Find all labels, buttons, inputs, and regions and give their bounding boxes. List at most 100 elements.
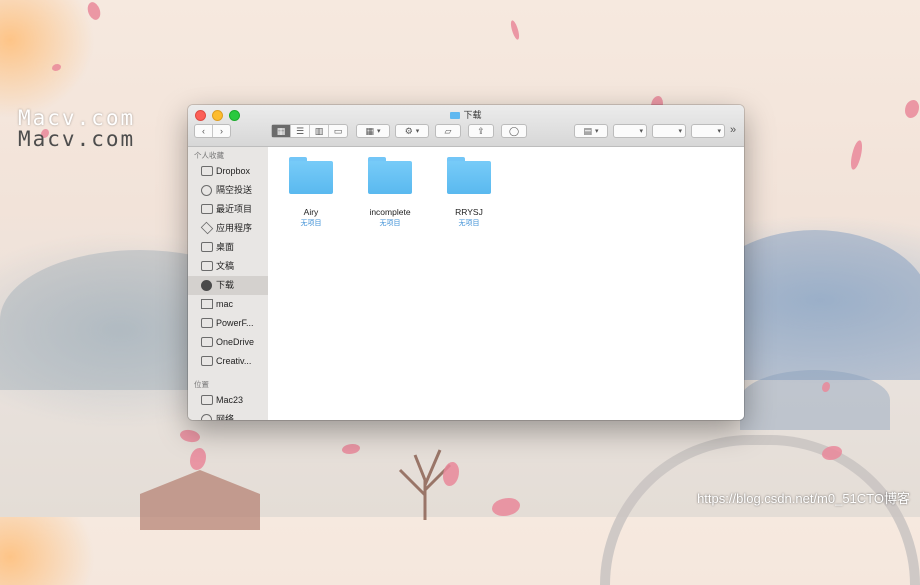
petal xyxy=(905,100,919,118)
action-button[interactable]: ⚙ ▾ xyxy=(395,124,429,138)
airdrop-icon xyxy=(201,185,212,196)
sidebar-item-label: 最近项目 xyxy=(216,204,253,214)
petal xyxy=(492,498,520,516)
sidebar-item-network[interactable]: 网络 xyxy=(188,410,268,420)
sidebar-item-label: Dropbox xyxy=(216,166,251,176)
folder-icon xyxy=(201,337,213,347)
bridge-illustration xyxy=(600,435,920,585)
network-icon xyxy=(201,414,212,420)
column-view-button[interactable]: ▥ xyxy=(310,125,329,137)
chevron-down-icon: ▾ xyxy=(595,128,599,135)
chevron-down-icon: ▾ xyxy=(639,128,643,135)
gallery-icon: ▭ xyxy=(333,125,343,136)
list-icon: ☰ xyxy=(295,125,305,136)
group-button[interactable]: ▦ ▾ xyxy=(356,124,390,138)
folder-item-airy[interactable]: Airy 无项目 xyxy=(271,157,351,228)
sidebar-item-label: Creativ... xyxy=(216,356,252,366)
computer-icon xyxy=(201,395,213,405)
footer-watermark: https://blog.csdn.net/m0_51CTO博客 xyxy=(697,491,910,506)
petal xyxy=(342,444,360,454)
toolbar-dropdown-3[interactable]: ▾ xyxy=(691,124,725,138)
sidebar: 个人收藏 Dropbox 隔空投送 最近项目 应用程序 桌面 文稿 下载 mac… xyxy=(188,147,268,420)
sidebar-item-documents[interactable]: 文稿 xyxy=(188,257,268,276)
applications-icon xyxy=(200,221,214,235)
double-chevron-icon: » xyxy=(730,124,737,136)
folder-item-count: 无项目 xyxy=(300,220,322,227)
nav-buttons: ‹ › xyxy=(194,124,231,138)
sidebar-item-airdrop[interactable]: 隔空投送 xyxy=(188,181,268,200)
downloads-icon xyxy=(201,280,212,291)
folder-icon xyxy=(368,157,412,194)
folder-name: Airy xyxy=(303,207,319,217)
folder-item-incomplete[interactable]: incomplete 无项目 xyxy=(350,157,430,228)
sidebar-item-creative[interactable]: Creativ... xyxy=(188,352,268,371)
forward-button[interactable]: › xyxy=(213,125,230,137)
list-view-button[interactable]: ☰ xyxy=(291,125,310,137)
sidebar-item-onedrive[interactable]: OneDrive xyxy=(188,333,268,352)
desktop-icon xyxy=(201,242,213,252)
tag-icon: ◯ xyxy=(508,125,520,136)
sidebar-section-favorites: 个人收藏 xyxy=(194,151,224,160)
sidebar-item-label: Mac23 xyxy=(216,395,244,405)
petal xyxy=(190,448,206,470)
sidebar-item-recents[interactable]: 最近项目 xyxy=(188,200,268,219)
recents-icon xyxy=(201,204,213,214)
icon-view-button[interactable]: ▦ xyxy=(272,125,291,137)
file-browser: Airy 无项目 incomplete 无项目 RRYSJ 无项目 xyxy=(269,147,744,420)
share-icon: ⇪ xyxy=(477,125,485,136)
calculator-icon: ▤ xyxy=(583,125,592,136)
chevron-down-icon: ▾ xyxy=(415,128,420,135)
petal xyxy=(52,64,61,71)
mountain-right-small xyxy=(740,370,890,430)
sidebar-item-label: PowerF... xyxy=(216,318,254,328)
folder-name: RRYSJ xyxy=(455,207,483,217)
chevron-down-icon: ▾ xyxy=(717,128,721,135)
group-icon: ▦ xyxy=(365,125,374,136)
sidebar-item-powerf[interactable]: PowerF... xyxy=(188,314,268,333)
toolbar-dropdown-2[interactable]: ▾ xyxy=(652,124,686,138)
sidebar-item-downloads[interactable]: 下载 xyxy=(188,276,268,295)
calculator-button[interactable]: ▤ ▾ xyxy=(574,124,608,138)
toolbar-overflow-button[interactable]: » xyxy=(730,124,736,136)
folder-icon xyxy=(289,157,333,194)
folder-name: incomplete xyxy=(369,207,411,217)
sidebar-item-desktop[interactable]: 桌面 xyxy=(188,238,268,257)
new-folder-icon: ▱ xyxy=(444,125,452,136)
new-folder-button[interactable]: ▱ xyxy=(435,124,461,138)
home-icon xyxy=(201,299,213,309)
finder-window: 下载 ‹ › ▦ ☰ ▥ ▭ ▦ ▾ ⚙ ▾ ▱ ⇪ ◯ ▤ ▾ ▾ ▾ ▾ »… xyxy=(188,105,744,420)
sidebar-section-locations: 位置 xyxy=(194,380,209,389)
folder-item-rrysj[interactable]: RRYSJ 无项目 xyxy=(429,157,509,228)
back-button[interactable]: ‹ xyxy=(195,125,213,137)
watermark-text-shadow: Macv.com xyxy=(18,127,136,151)
petal xyxy=(84,0,104,22)
sidebar-item-mac23[interactable]: Mac23 xyxy=(188,391,268,410)
sidebar-item-dropbox[interactable]: Dropbox xyxy=(188,162,268,181)
forward-icon: › xyxy=(220,126,223,136)
window-title-text: 下载 xyxy=(463,110,482,120)
sidebar-item-label: 应用程序 xyxy=(216,223,253,233)
sidebar-item-label: 下载 xyxy=(216,280,235,290)
sidebar-item-label: 桌面 xyxy=(216,242,235,252)
gallery-view-button[interactable]: ▭ xyxy=(329,125,347,137)
sidebar-item-label: 网络 xyxy=(216,414,235,420)
sidebar-item-home[interactable]: mac xyxy=(188,295,268,314)
petal xyxy=(178,426,202,446)
sidebar-item-label: 文稿 xyxy=(216,261,235,271)
share-button[interactable]: ⇪ xyxy=(468,124,494,138)
view-mode-control: ▦ ☰ ▥ ▭ xyxy=(271,124,348,138)
folder-icon xyxy=(450,112,461,119)
sidebar-item-label: 隔空投送 xyxy=(216,185,253,195)
documents-icon xyxy=(201,261,213,271)
roof-illustration xyxy=(140,470,260,530)
folder-item-count: 无项目 xyxy=(458,220,480,227)
chevron-down-icon: ▾ xyxy=(678,128,682,135)
columns-icon: ▥ xyxy=(314,125,324,136)
sidebar-item-applications[interactable]: 应用程序 xyxy=(188,219,268,238)
grid-icon: ▦ xyxy=(276,125,286,136)
window-title: 下载 xyxy=(188,108,744,121)
sidebar-item-label: mac xyxy=(216,299,234,309)
tag-button[interactable]: ◯ xyxy=(501,124,527,138)
toolbar-dropdown-1[interactable]: ▾ xyxy=(613,124,647,138)
folder-item-count: 无项目 xyxy=(379,220,401,227)
